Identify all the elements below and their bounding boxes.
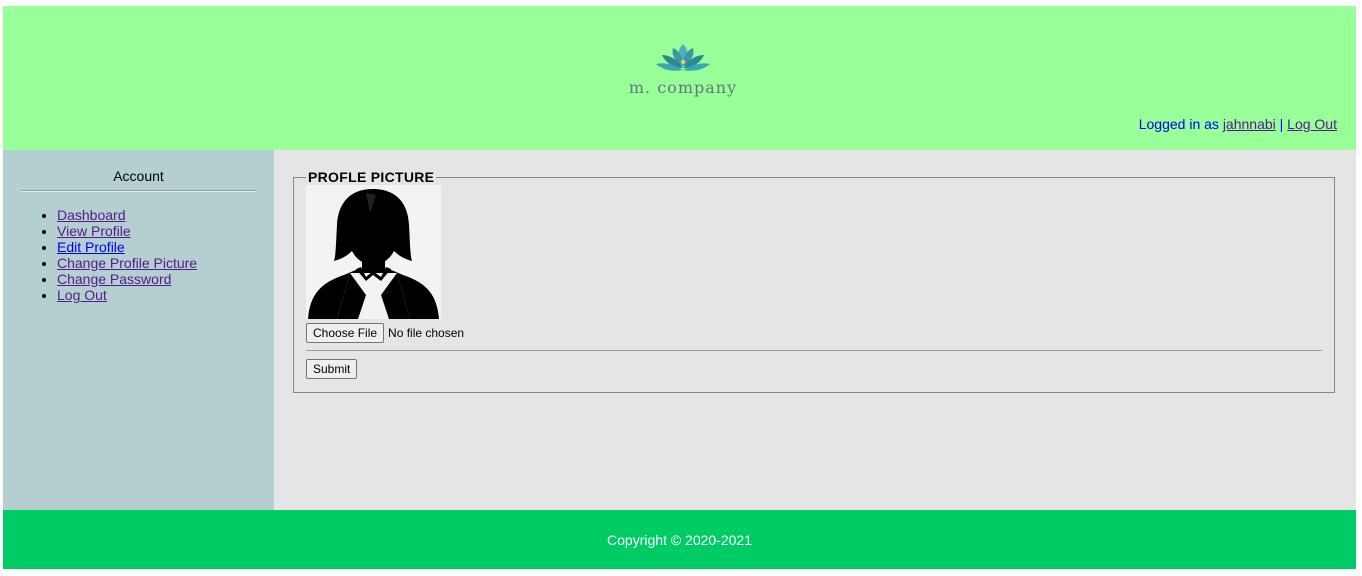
lotus-logo-icon (656, 44, 710, 71)
company-logo: m. company (617, 42, 749, 98)
file-status-text: No file chosen (388, 326, 465, 340)
nav-item: Log Out (57, 287, 197, 303)
sidebar-divider (21, 190, 256, 192)
nav-item: View Profile (57, 223, 197, 239)
footer: Copyright © 2020-2021 (3, 510, 1356, 569)
submit-button[interactable]: Submit (306, 359, 358, 379)
choose-file-button[interactable]: Choose File (306, 323, 385, 343)
sidebar-nav: Dashboard View Profile Edit Profile Chan… (21, 207, 197, 303)
logo-text: m. company (628, 78, 738, 97)
login-separator: | (1279, 116, 1284, 132)
fieldset-legend: PROFLE PICTURE (308, 169, 435, 185)
form-divider (306, 350, 1322, 351)
nav-item: Edit Profile (57, 239, 197, 255)
nav-item: Change Password (57, 271, 197, 287)
username-link[interactable]: jahnnabi (1223, 116, 1276, 132)
profile-picture-fieldset: PROFLE PICTURE Choose File No file chose… (293, 169, 1335, 393)
header: m. company Logged in as jahnnabi | Log O… (3, 6, 1356, 150)
nav-link-change-profile-picture[interactable]: Change Profile Picture (57, 255, 197, 271)
file-upload-row: Choose File No file chosen (306, 323, 1322, 343)
page: m. company Logged in as jahnnabi | Log O… (3, 6, 1356, 569)
footer-copyright: Copyright © 2020-2021 (607, 532, 752, 548)
nav-link-logout[interactable]: Log Out (57, 287, 107, 303)
login-info: Logged in as jahnnabi | Log Out (1139, 116, 1337, 132)
nav-link-change-password[interactable]: Change Password (57, 271, 171, 287)
nav-link-edit-profile[interactable]: Edit Profile (57, 239, 125, 255)
user-avatar-icon (306, 185, 441, 319)
sidebar: Account Dashboard View Profile Edit Prof… (3, 150, 274, 510)
nav-item: Dashboard (57, 207, 197, 223)
nav-item: Change Profile Picture (57, 255, 197, 271)
sidebar-title: Account (113, 168, 164, 184)
nav-link-dashboard[interactable]: Dashboard (57, 207, 126, 223)
nav-link-view-profile[interactable]: View Profile (57, 223, 131, 239)
main-content: PROFLE PICTURE Choose File No file chose… (274, 150, 1356, 510)
header-logout-link[interactable]: Log Out (1287, 116, 1337, 132)
login-prefix: Logged in as (1138, 116, 1219, 132)
